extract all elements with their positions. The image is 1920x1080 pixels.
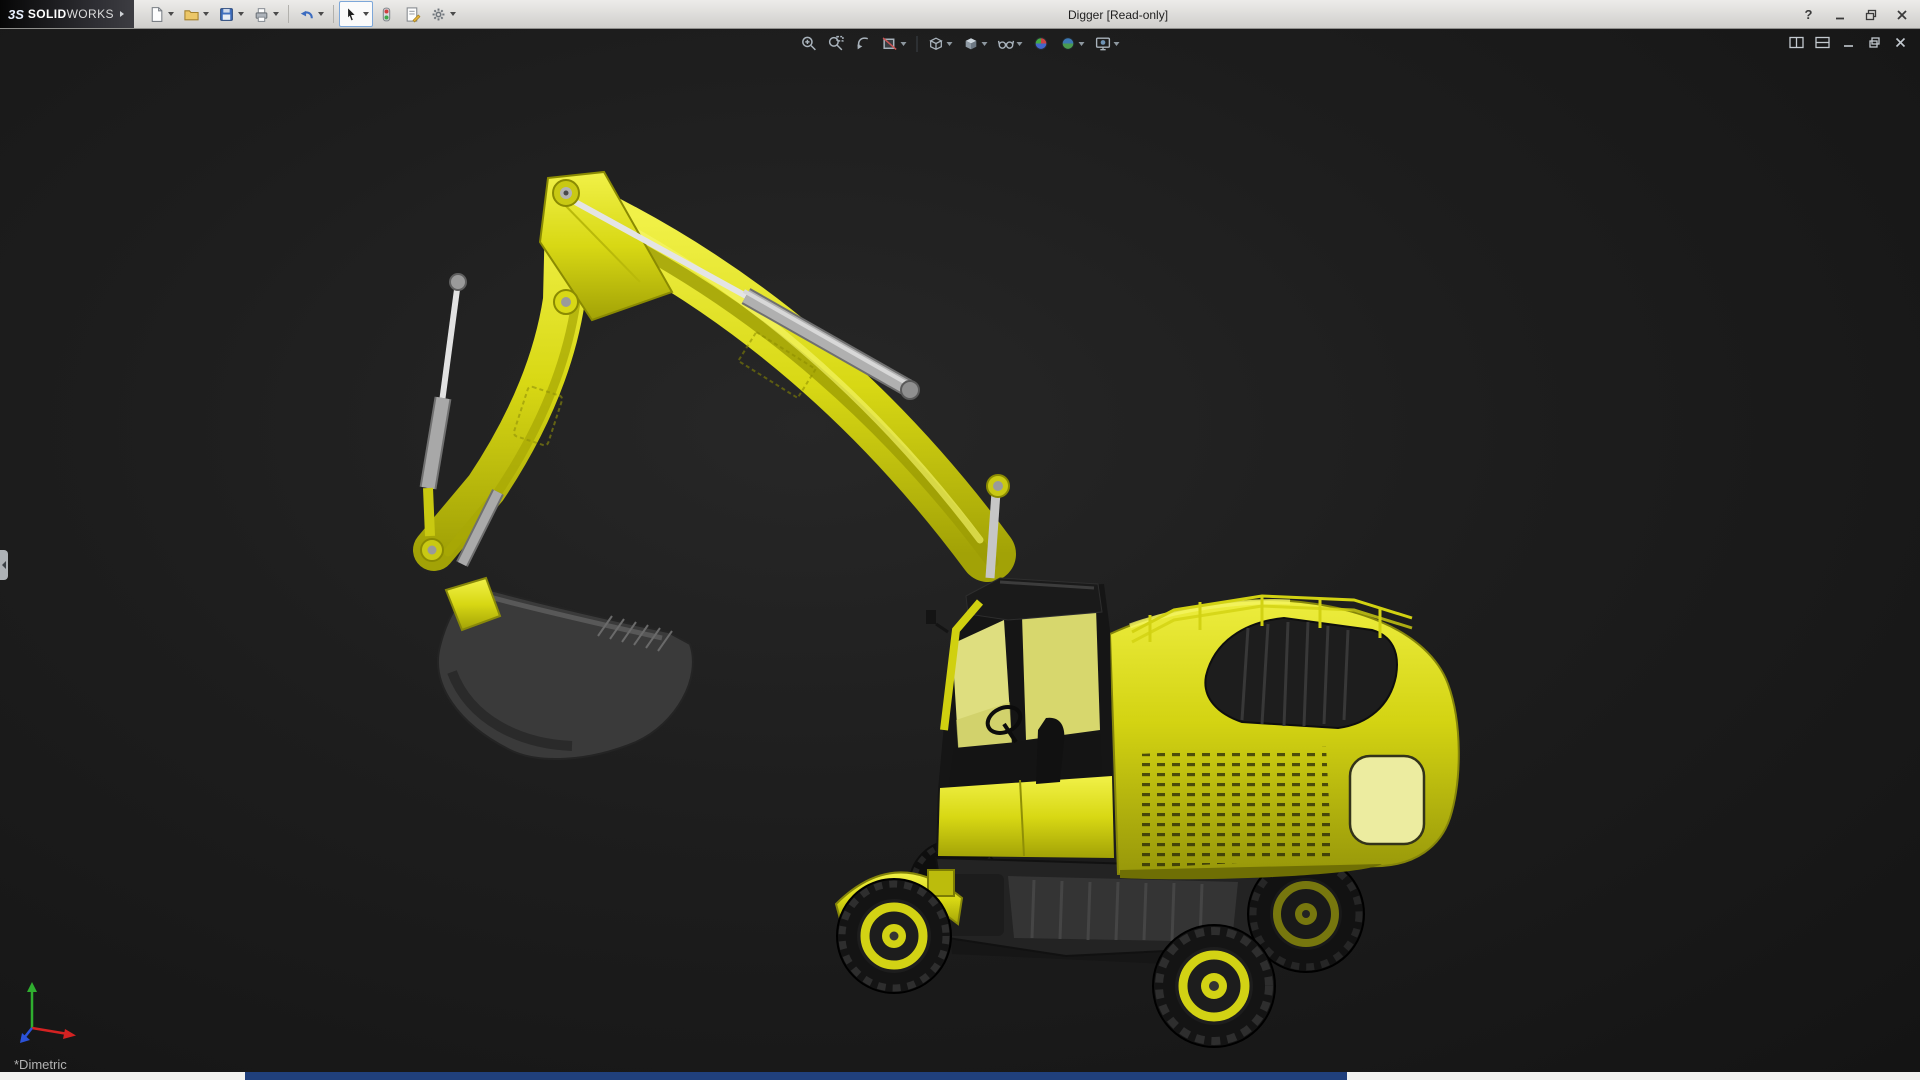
stoplight-icon [378,6,395,23]
cab-side-window [1022,608,1100,740]
dropdown-arrow-icon[interactable] [363,12,369,16]
upper-body [1110,596,1459,879]
minimize-icon [1834,9,1846,21]
file-properties-icon [404,6,421,23]
digger-model[interactable] [0,30,1920,1072]
engine-cover [1205,618,1397,728]
dropdown-arrow-icon[interactable] [273,12,279,16]
dropdown-arrow-icon[interactable] [168,12,174,16]
dropdown-arrow-icon[interactable] [203,12,209,16]
taskbar-strip [0,1072,1920,1080]
undo-button[interactable] [294,1,328,27]
new-button[interactable] [144,1,178,27]
menu-expand-arrow-icon[interactable] [120,11,124,17]
title-bar: 3S SOLIDWORKS [0,0,1920,29]
side-vent-grille [1136,746,1332,868]
print-icon [253,6,270,23]
dropdown-arrow-icon[interactable] [450,12,456,16]
select-cursor-icon [343,6,360,23]
solidworks-wordmark: SOLIDWORKS [28,7,114,21]
taskbar-left-segment [0,1072,245,1080]
solidworks-logo: 3S SOLIDWORKS [0,0,134,28]
cab [926,578,1114,858]
orientation-triad [16,972,90,1046]
dropdown-arrow-icon[interactable] [318,12,324,16]
restore-icon [1865,9,1877,21]
window-controls: ? [1800,0,1910,29]
gear-icon [430,6,447,23]
seat [1036,718,1064,784]
dassault-3s-logo-icon: 3S [8,7,24,22]
dropdown-arrow-icon[interactable] [238,12,244,16]
x-axis [32,1028,68,1034]
new-document-icon [148,6,165,23]
graphics-viewport[interactable]: *Dimetric [0,30,1920,1072]
toolbar-separator [288,5,289,23]
restore-button[interactable] [1862,6,1879,23]
view-orientation-label: *Dimetric [14,1057,67,1072]
save-floppy-icon [218,6,235,23]
cab-lower-panel [938,776,1114,858]
save-button[interactable] [214,1,248,27]
file-properties-button[interactable] [400,1,425,27]
wheel-front-left [837,879,951,993]
toolbar-separator [333,5,334,23]
mirror [926,610,936,624]
taskbar-active-window-segment[interactable] [245,1072,1347,1080]
print-button[interactable] [249,1,283,27]
window-title: Digger [Read-only] [1068,0,1168,29]
bucket [438,578,693,759]
minimize-button[interactable] [1831,6,1848,23]
wheel-front-right [1153,925,1275,1047]
taskbar-right-segment [1347,1072,1920,1080]
select-button[interactable] [339,1,373,27]
open-folder-icon [183,6,200,23]
help-button[interactable]: ? [1800,6,1817,23]
main-toolbar [134,1,460,27]
close-icon [1896,9,1908,21]
open-button[interactable] [179,1,213,27]
rebuild-button[interactable] [374,1,399,27]
options-button[interactable] [426,1,460,27]
undo-arrow-icon [298,6,315,23]
solidworks-window: 3S SOLIDWORKS [0,0,1920,1080]
rear-side-window [1350,756,1424,844]
close-button[interactable] [1893,6,1910,23]
